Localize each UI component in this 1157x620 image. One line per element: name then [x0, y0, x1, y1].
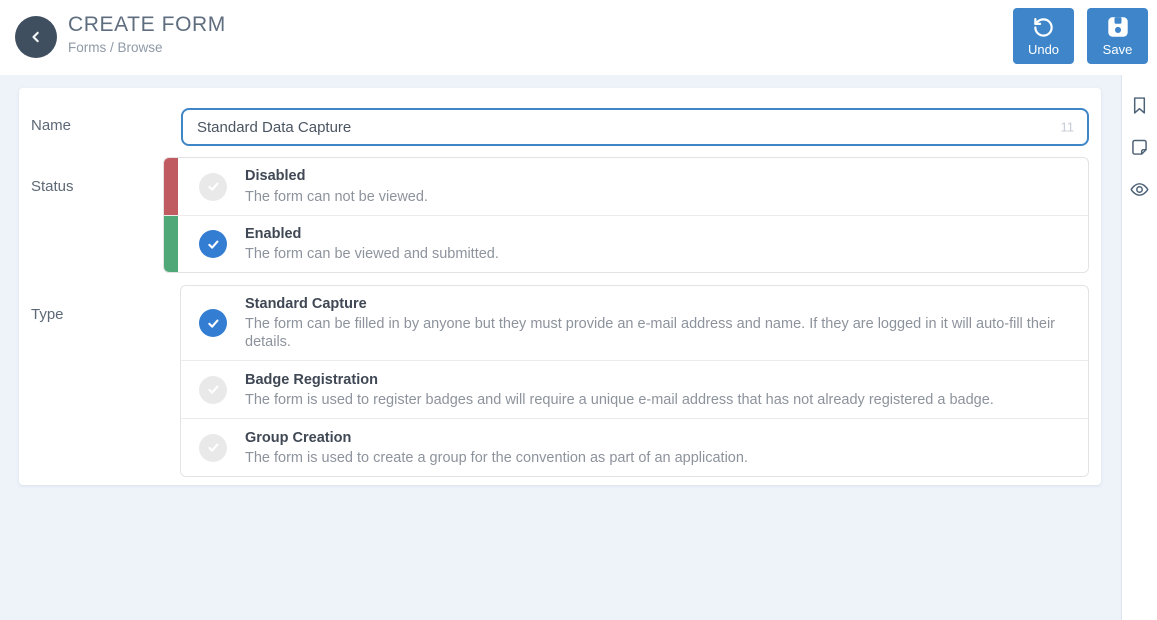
back-chevron-icon [26, 27, 46, 47]
save-icon [1106, 15, 1130, 39]
create-form-card: Name 11 Status Disabled The form can not… [19, 88, 1101, 485]
type-option-group-creation[interactable]: Group Creation The form is used to creat… [181, 418, 1088, 477]
name-input[interactable] [181, 108, 1089, 146]
name-field-label: Name [31, 117, 72, 134]
type-option-standard-capture[interactable]: Standard Capture The form can be filled … [181, 286, 1088, 361]
option-title: Group Creation [245, 429, 352, 446]
radio-check-icon [199, 433, 227, 462]
undo-button-label: Undo [1027, 41, 1060, 57]
radio-check-icon [199, 309, 227, 338]
option-description: The form can be filled in by anyone but … [245, 316, 1056, 351]
option-description: The form is used to register badges and … [245, 391, 994, 408]
undo-icon [1032, 16, 1055, 39]
undo-button[interactable]: Undo [1013, 8, 1074, 64]
status-option-enabled[interactable]: Enabled The form can be viewed and submi… [164, 215, 1088, 272]
option-title: Enabled [245, 225, 302, 242]
option-description: The form can not be viewed. [245, 188, 428, 205]
radio-check-icon [199, 230, 227, 258]
status-enabled-accent-bar [164, 216, 178, 272]
breadcrumb: Forms / Browse [68, 40, 163, 55]
option-title: Standard Capture [245, 296, 367, 312]
eye-icon[interactable] [1129, 179, 1150, 200]
radio-check-icon [199, 375, 227, 404]
save-button[interactable]: Save [1087, 8, 1148, 64]
type-field-label: Type [31, 306, 64, 323]
header: CREATE FORM Forms / Browse Undo Save [0, 0, 1157, 75]
option-title: Badge Registration [245, 371, 378, 388]
option-title: Disabled [245, 168, 306, 185]
bookmark-icon[interactable] [1129, 95, 1150, 116]
radio-check-icon [199, 172, 227, 201]
save-button-label: Save [1102, 42, 1133, 57]
status-disabled-accent-bar [164, 158, 178, 215]
status-option-disabled[interactable]: Disabled The form can not be viewed. [164, 158, 1088, 215]
status-field-label: Status [31, 178, 74, 195]
option-description: The form is used to create a group for t… [245, 449, 748, 466]
note-icon[interactable] [1129, 137, 1150, 158]
type-option-badge-registration[interactable]: Badge Registration The form is used to r… [181, 360, 1088, 419]
name-field-wrap: 11 [181, 108, 1089, 146]
option-description: The form can be viewed and submitted. [245, 246, 499, 262]
type-option-group: Standard Capture The form can be filled … [180, 285, 1089, 478]
back-button[interactable] [15, 16, 57, 58]
right-toolbar [1121, 75, 1157, 620]
page-title: CREATE FORM [68, 13, 226, 36]
status-option-group: Disabled The form can not be viewed. Ena… [163, 157, 1089, 273]
